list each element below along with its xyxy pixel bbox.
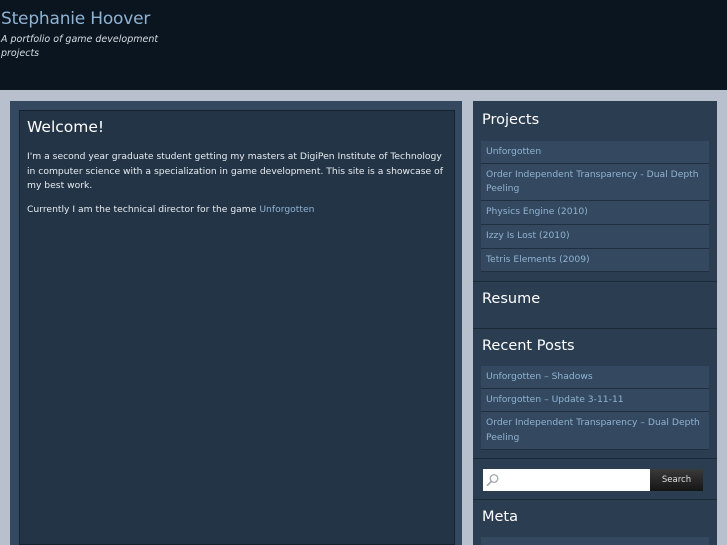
- site-tagline: A portfolio of game development projects: [1, 34, 159, 59]
- recent-posts-heading: Recent Posts: [482, 338, 575, 354]
- recent-post-item[interactable]: Unforgotten – Update 3-11-11: [481, 389, 709, 412]
- sidebar-divider: [473, 328, 717, 329]
- meta-list: [481, 537, 709, 545]
- project-item[interactable]: Tetris Elements (2009): [481, 249, 709, 272]
- meta-heading: Meta: [482, 509, 519, 525]
- resume-link[interactable]: Resume: [482, 291, 540, 307]
- magnifier-icon: [486, 474, 499, 487]
- project-item[interactable]: Unforgotten: [481, 141, 709, 164]
- sidebar-divider: [473, 281, 717, 282]
- page-title: Welcome!: [27, 118, 105, 136]
- project-item[interactable]: Izzy Is Lost (2010): [481, 225, 709, 249]
- site-title[interactable]: Stephanie Hoover: [1, 9, 150, 29]
- search-button[interactable]: Search: [650, 469, 703, 491]
- intro-paragraph: I'm a second year graduate student getti…: [27, 151, 443, 191]
- sidebar-divider: [473, 499, 717, 500]
- status-text: Currently I am the technical director fo…: [27, 204, 260, 215]
- search-input[interactable]: [483, 469, 650, 491]
- project-item[interactable]: Order Independent Transparency - Dual De…: [481, 164, 709, 201]
- site-header: Stephanie Hoover A portfolio of game dev…: [0, 0, 727, 90]
- projects-heading: Projects: [482, 112, 540, 128]
- project-item[interactable]: Physics Engine (2010): [481, 201, 709, 225]
- sidebar-divider: [473, 458, 717, 459]
- recent-post-item[interactable]: Order Independent Transparency – Dual De…: [481, 412, 709, 450]
- unforgotten-link[interactable]: Unforgotten: [259, 204, 314, 215]
- recent-post-item[interactable]: Unforgotten – Shadows: [481, 366, 709, 389]
- status-paragraph: Currently I am the technical director fo…: [27, 203, 445, 218]
